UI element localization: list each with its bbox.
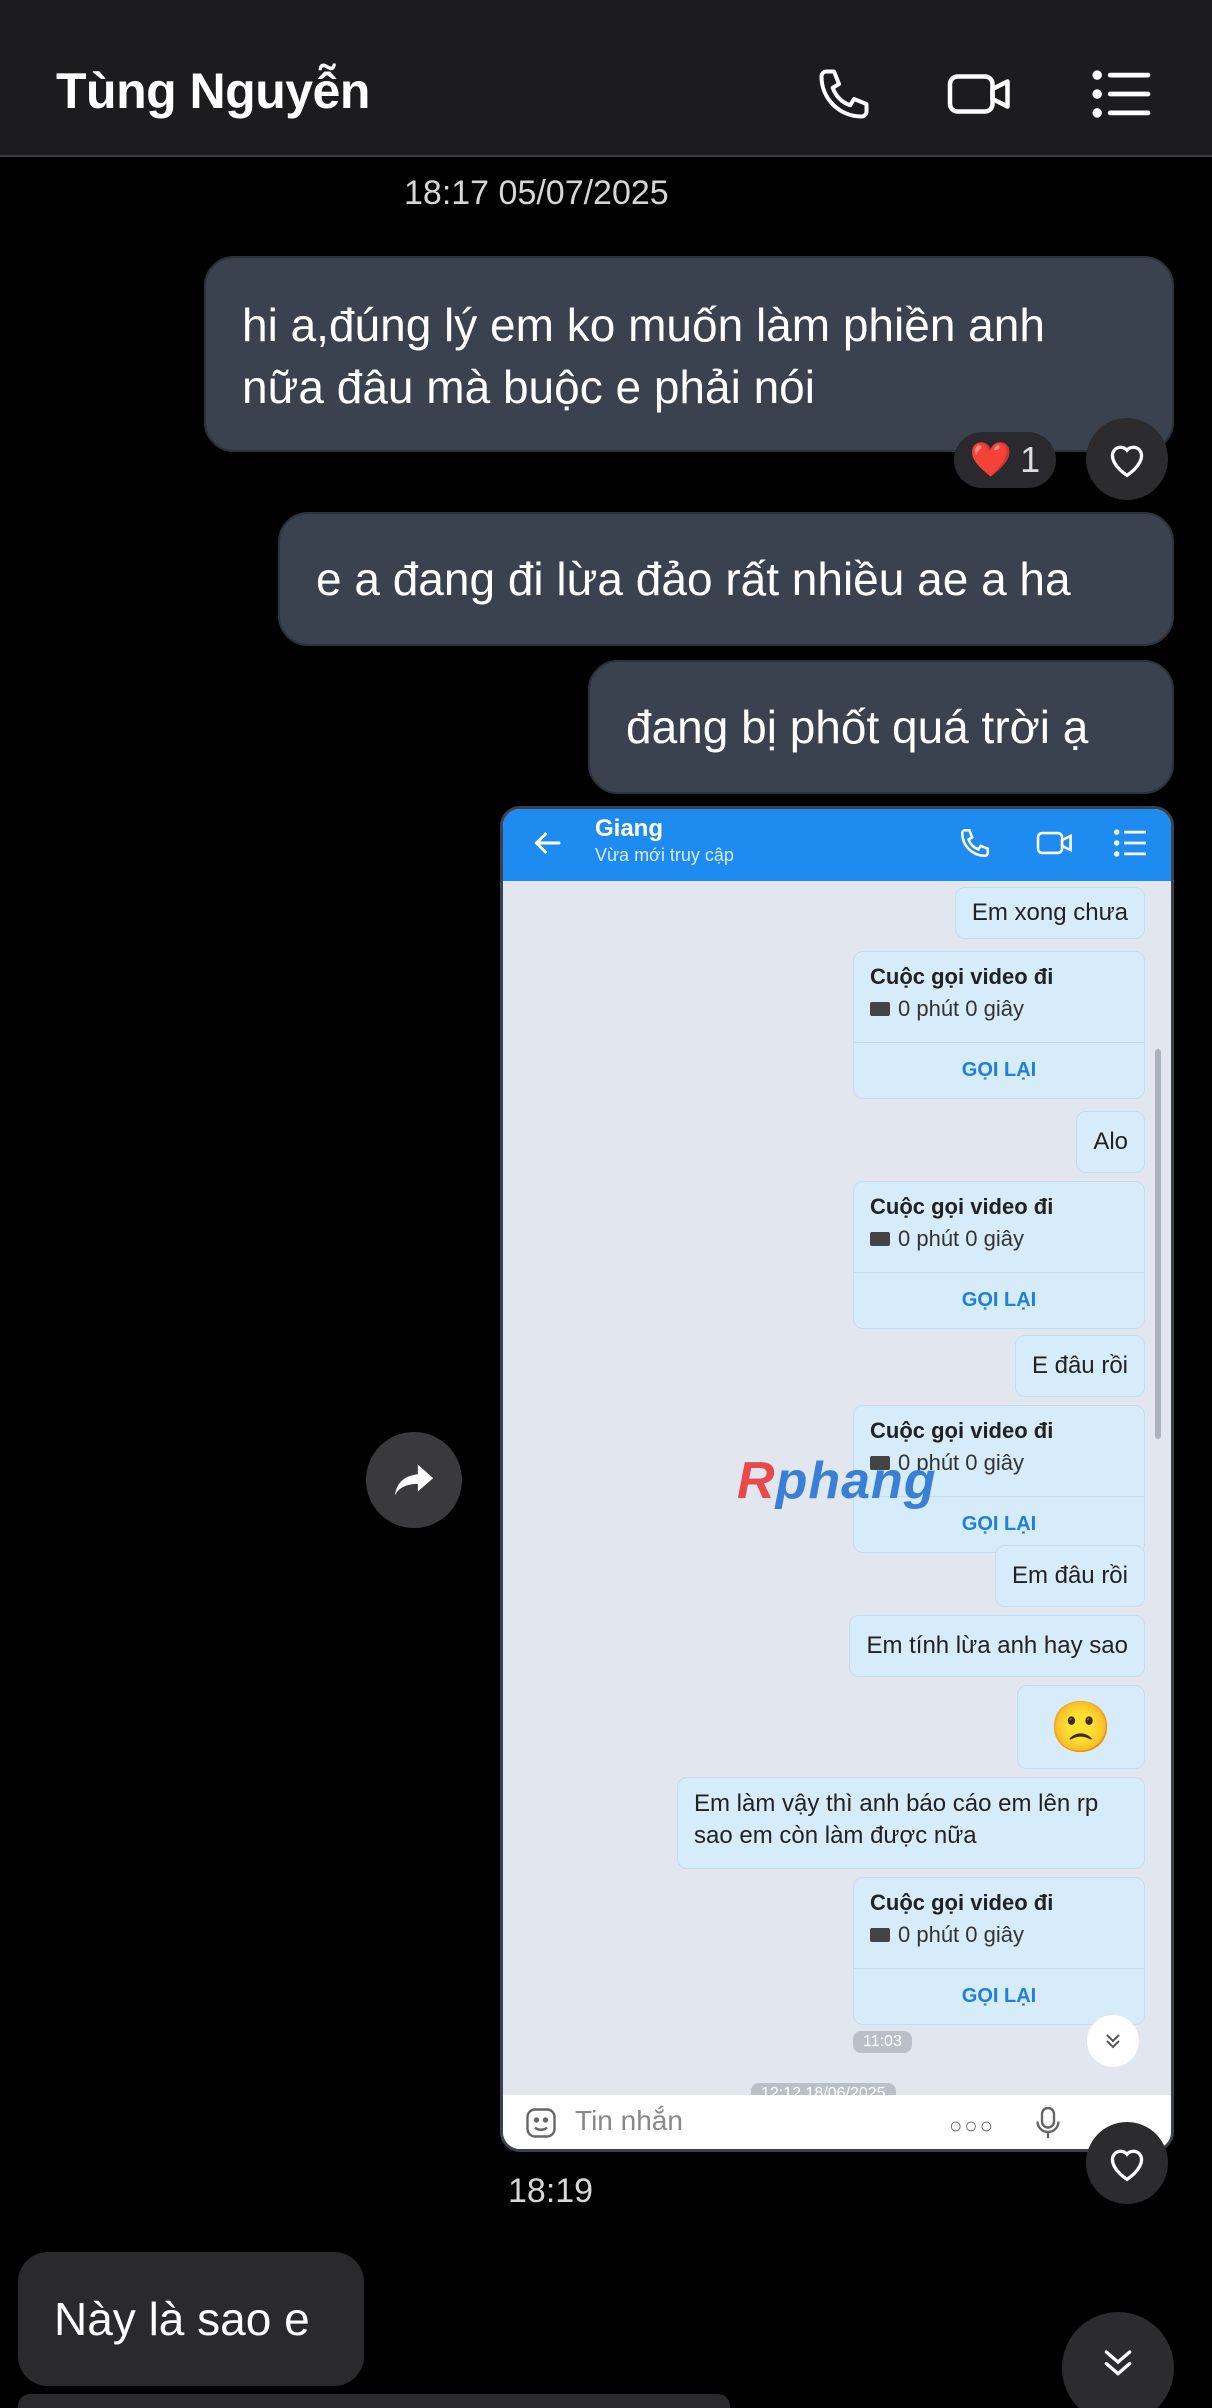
screenshot-time-label: 11:03	[853, 2031, 912, 2053]
screenshot-call-card: Cuộc gọi video đi 0 phút 0 giây GỌI LẠI	[853, 1877, 1145, 2025]
shared-screenshot-image[interactable]: Giang Vừa mới truy cập Em xong chưa Cuộc…	[500, 806, 1174, 2152]
video-camera-icon	[870, 1232, 890, 1246]
more-dots-icon: ○○○	[949, 2113, 995, 2138]
reaction-count: 1	[1020, 439, 1041, 480]
message-text: e a đang đi lừa đảo rất nhiều ae a ha	[316, 553, 1071, 605]
contact-name[interactable]: Tùng Nguyễn	[56, 62, 370, 120]
call-title: Cuộc gọi video đi	[870, 1890, 1054, 1915]
message-bubble-in[interactable]: Này là sao e	[18, 2252, 364, 2386]
forward-button[interactable]	[366, 1432, 462, 1528]
message-bubble-out[interactable]: đang bị phốt quá trời ạ	[588, 660, 1174, 794]
chevron-down-icon	[1104, 2350, 1132, 2376]
chat-header: Tùng Nguyễn	[0, 0, 1212, 157]
screenshot-contact-name: Giang	[595, 815, 664, 842]
message-bubble-in-partial	[18, 2394, 730, 2408]
video-call-icon[interactable]	[944, 58, 1016, 130]
scroll-to-bottom-button[interactable]	[1062, 2312, 1174, 2408]
message-text: hi a,đúng lý em ko muốn làm phiền anh	[242, 299, 1045, 351]
menu-icon	[1109, 821, 1153, 865]
react-heart-button[interactable]	[1086, 2122, 1168, 2204]
call-duration: 0 phút 0 giây	[870, 1226, 1024, 1252]
screenshot-input-bar: Tin nhắn ○○○	[503, 2095, 1171, 2149]
call-back-link: GỌI LẠI	[854, 1968, 1144, 2024]
call-duration: 0 phút 0 giây	[870, 996, 1024, 1022]
microphone-icon	[1033, 2105, 1063, 2146]
reaction-badge[interactable]: ❤️ 1	[954, 432, 1056, 488]
heart-emoji-icon: ❤️	[969, 441, 1013, 479]
screenshot-call-card: Cuộc gọi video đi 0 phút 0 giây GỌI LẠI	[853, 1181, 1145, 1329]
video-camera-icon	[870, 1002, 890, 1016]
call-title: Cuộc gọi video đi	[870, 1418, 1054, 1443]
message-bubble-out[interactable]: hi a,đúng lý em ko muốn làm phiền anh nữ…	[204, 256, 1174, 452]
scroll-down-icon	[1087, 2015, 1139, 2067]
screenshot-message: E đâu rồi	[1014, 1335, 1145, 1397]
call-back-link: GỌI LẠI	[854, 1042, 1144, 1098]
message-text: Này là sao e	[54, 2293, 310, 2345]
message-time: 18:19	[508, 2172, 594, 2210]
screenshot-input-placeholder: Tin nhắn	[575, 2105, 683, 2136]
phone-icon[interactable]	[808, 58, 880, 130]
call-title: Cuộc gọi video đi	[870, 1194, 1054, 1219]
back-arrow-icon	[529, 825, 565, 866]
timestamp: 18:17 05/07/2025	[404, 174, 669, 212]
video-call-icon	[1033, 821, 1077, 865]
screenshot-scrollbar	[1155, 1049, 1161, 1439]
screenshot-message: Alo	[1076, 1111, 1145, 1173]
screenshot-message: Em làm vậy thì anh báo cáo em lên rp sao…	[677, 1777, 1145, 1869]
phone-icon	[953, 821, 997, 865]
react-heart-button[interactable]	[1086, 418, 1168, 500]
watermark-logo: Rphang	[737, 1452, 937, 1510]
video-camera-icon	[870, 1928, 890, 1942]
screenshot-contact-status: Vừa mới truy cập	[595, 845, 734, 865]
screenshot-message: Em đâu rồi	[994, 1545, 1145, 1607]
message-bubble-out[interactable]: e a đang đi lừa đảo rất nhiều ae a ha	[278, 512, 1174, 646]
screenshot-message-line: sao em còn làm được nữa	[694, 1822, 977, 1849]
screenshot-message: Em xong chưa	[954, 887, 1145, 939]
call-back-link: GỌI LẠI	[854, 1272, 1144, 1328]
message-text: nữa đâu mà buộc e phải nói	[242, 361, 815, 413]
screenshot-message-line: Em làm vậy thì anh báo cáo em lên rp	[694, 1790, 1099, 1817]
menu-icon[interactable]	[1086, 58, 1158, 130]
screenshot-message: Em tính lừa anh hay sao	[849, 1615, 1145, 1677]
sad-face-emoji-icon: 🙁	[1017, 1685, 1145, 1769]
message-text: đang bị phốt quá trời ạ	[626, 701, 1089, 753]
screenshot-chat-header: Giang Vừa mới truy cập	[503, 809, 1171, 881]
call-title: Cuộc gọi video đi	[870, 964, 1054, 989]
call-duration: 0 phút 0 giây	[870, 1922, 1024, 1948]
screenshot-call-card: Cuộc gọi video đi 0 phút 0 giây GỌI LẠI	[853, 951, 1145, 1099]
sticker-icon	[523, 2105, 559, 2146]
